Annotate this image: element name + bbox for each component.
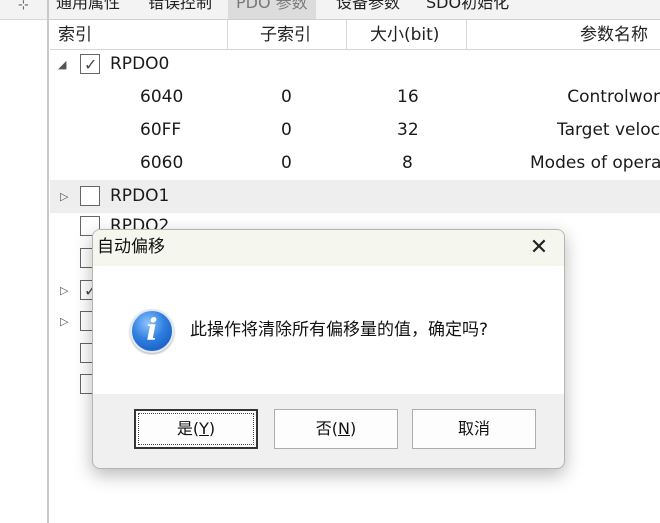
grid-header: 索引 子索引 大小(bit) 参数名称 bbox=[50, 20, 660, 50]
yes-button[interactable]: 是(Y) bbox=[134, 409, 258, 449]
expand-arrow-icon[interactable]: ▷ bbox=[60, 180, 72, 213]
expand-arrow-icon[interactable]: ▷ bbox=[60, 305, 72, 338]
tab-strip: 通用属性 错误控制 PDO 参数 设备参数 SDO初始化 bbox=[50, 0, 660, 20]
table-row[interactable]: 60FF 0 32 Target veloc bbox=[50, 114, 660, 147]
column-header-subindex[interactable]: 子索引 bbox=[260, 20, 311, 50]
cell-size: 8 bbox=[402, 153, 413, 173]
tab-pdo[interactable]: PDO 参数 bbox=[228, 0, 316, 19]
cell-param-name: Target veloc bbox=[557, 120, 660, 140]
tree-row-rpdo0[interactable]: ◢ ✓ RPDO0 bbox=[50, 48, 660, 81]
expand-arrow-icon[interactable]: ▷ bbox=[60, 274, 72, 307]
column-separator[interactable] bbox=[227, 20, 228, 50]
cell-index: 60FF bbox=[140, 120, 182, 140]
focus-rect bbox=[138, 413, 254, 445]
table-row[interactable]: 6060 0 8 Modes of opera bbox=[50, 147, 660, 180]
cell-subindex: 0 bbox=[281, 153, 292, 173]
rpdo1-checkbox[interactable] bbox=[80, 186, 100, 206]
column-separator[interactable] bbox=[466, 20, 467, 50]
info-icon: i bbox=[130, 309, 174, 353]
column-header-param-name[interactable]: 参数名称 bbox=[580, 20, 648, 50]
column-separator[interactable] bbox=[346, 20, 347, 50]
check-icon: ✓ bbox=[84, 55, 98, 74]
dialog-message: 此操作将清除所有偏移量的值，确定吗? bbox=[190, 320, 489, 340]
cell-size: 32 bbox=[397, 120, 419, 140]
pin-icon[interactable]: ⊹ bbox=[18, 0, 29, 13]
left-pane-header: ⊹ bbox=[0, 0, 50, 20]
dialog-title: 自动偏移 bbox=[97, 237, 165, 257]
splitter[interactable] bbox=[47, 0, 49, 523]
group-label: RPDO0 bbox=[110, 54, 170, 74]
dialog-titlebar[interactable]: 自动偏移 ✕ bbox=[93, 230, 564, 266]
rpdo0-checkbox[interactable]: ✓ bbox=[80, 54, 100, 74]
cancel-button[interactable]: 取消 bbox=[412, 409, 536, 449]
cell-index: 6040 bbox=[140, 87, 184, 107]
dialog-body: i 此操作将清除所有偏移量的值，确定吗? bbox=[93, 266, 564, 394]
tab-general[interactable]: 通用属性 bbox=[56, 0, 120, 19]
group-label: RPDO1 bbox=[110, 186, 170, 206]
tab-sdo-init[interactable]: SDO初始化 bbox=[426, 0, 509, 19]
cell-subindex: 0 bbox=[281, 87, 292, 107]
cell-param-name: Modes of opera bbox=[530, 153, 660, 173]
cell-index: 6060 bbox=[140, 153, 184, 173]
cell-subindex: 0 bbox=[281, 120, 292, 140]
confirm-dialog: 自动偏移 ✕ i 此操作将清除所有偏移量的值，确定吗? 是(Y) 否(N) 取消 bbox=[92, 229, 565, 469]
column-header-size[interactable]: 大小(bit) bbox=[370, 20, 439, 50]
no-button[interactable]: 否(N) bbox=[274, 409, 398, 449]
cell-size: 16 bbox=[397, 87, 419, 107]
collapse-arrow-icon[interactable]: ◢ bbox=[58, 48, 70, 81]
column-header-index[interactable]: 索引 bbox=[58, 20, 92, 50]
tab-device-params[interactable]: 设备参数 bbox=[336, 0, 400, 19]
close-icon[interactable]: ✕ bbox=[524, 234, 554, 262]
table-row[interactable]: 6040 0 16 Controlwor bbox=[50, 81, 660, 114]
tab-error-control[interactable]: 错误控制 bbox=[148, 0, 212, 19]
left-pane: ⊹ bbox=[0, 0, 50, 523]
cell-param-name: Controlwor bbox=[567, 87, 660, 107]
tree-row-rpdo1[interactable]: ▷ RPDO1 bbox=[50, 180, 660, 213]
